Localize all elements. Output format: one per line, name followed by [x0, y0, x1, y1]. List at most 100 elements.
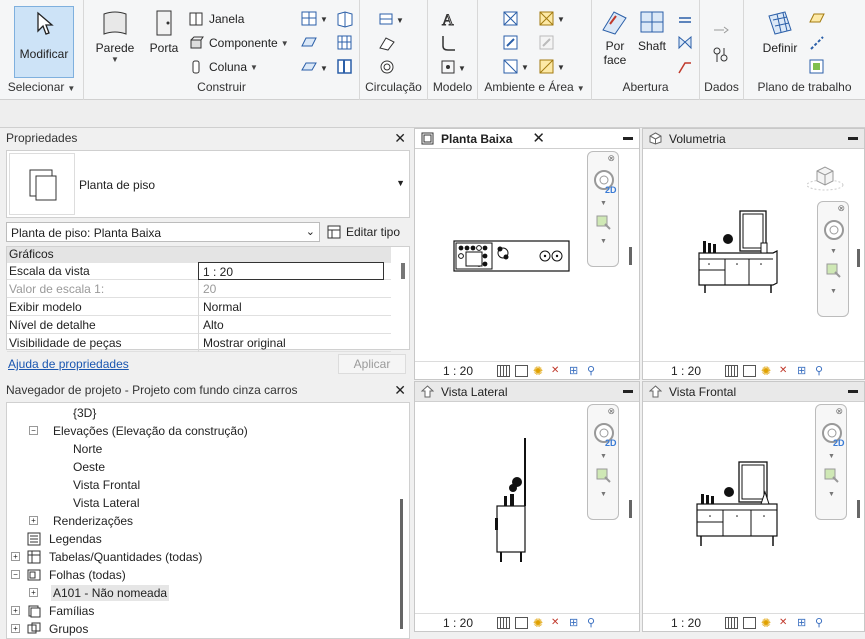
section-header[interactable]: Gráficos — [7, 247, 391, 263]
close-icon[interactable]: ⊗ — [607, 153, 615, 164]
hide-crop-icon[interactable]: ⚲ — [587, 365, 600, 377]
zoom-icon[interactable] — [823, 467, 841, 485]
tag-area-button[interactable]: ▼ — [538, 58, 572, 79]
help-link[interactable]: Ajuda de propriedades — [8, 357, 129, 371]
viewer-button[interactable] — [808, 58, 826, 79]
grid-button[interactable] — [336, 34, 354, 55]
shaft-button[interactable]: Shaft — [634, 8, 670, 53]
tab-vista-frontal[interactable]: Vista Frontal ▬ — [643, 382, 864, 402]
properties-scrollbar[interactable] — [401, 263, 405, 279]
shadows-icon[interactable]: ✕ — [779, 365, 792, 377]
tree-item[interactable]: Renderizações — [51, 513, 135, 529]
visual-style-icon[interactable] — [515, 617, 528, 629]
sun-path-icon[interactable]: ✺ — [761, 365, 774, 377]
chevron-down-icon[interactable]: ▬ — [623, 385, 633, 396]
property-value[interactable]: 1 : 20 — [198, 262, 384, 280]
detail-level-icon[interactable] — [725, 365, 738, 377]
tree-item[interactable]: Tabelas/Quantidades (todas) — [47, 549, 204, 565]
close-icon[interactable]: ✕ — [532, 129, 545, 147]
model-text-button[interactable]: A — [440, 10, 458, 31]
room-separator-button[interactable] — [502, 34, 520, 55]
porta-button[interactable]: Porta — [144, 8, 184, 55]
view-scale[interactable]: 1 : 20 — [671, 616, 701, 630]
navigator-scrollbar[interactable] — [400, 499, 403, 629]
close-icon[interactable]: ⊗ — [835, 406, 843, 417]
selecionar-dropdown[interactable]: Selecionar ▼ — [0, 80, 83, 98]
expand-icon[interactable]: + — [11, 552, 20, 561]
tab-volumetria[interactable]: Volumetria ▬ — [643, 129, 864, 149]
crop-view-icon[interactable]: ⊞ — [569, 365, 582, 377]
view-planta-baixa[interactable]: Planta Baixa ✕ ▬ ⊗ 2D ▼ ▼ 1 : 20 ✺ ✕ ⊞ ⚲ — [414, 128, 640, 380]
tree-item[interactable]: Legendas — [47, 531, 104, 547]
collapse-icon[interactable]: − — [29, 426, 38, 435]
expand-icon[interactable]: + — [11, 624, 20, 633]
hide-crop-icon[interactable]: ⚲ — [587, 617, 600, 629]
navigation-bar[interactable]: ⊗ 2D ▼ ▼ — [587, 151, 619, 267]
model-line-button[interactable] — [440, 34, 458, 55]
expand-icon[interactable]: + — [29, 516, 38, 525]
detail-level-icon[interactable] — [725, 617, 738, 629]
detail-level-icon[interactable] — [497, 365, 510, 377]
show-workplane-button[interactable] — [808, 10, 826, 31]
view-scale[interactable]: 1 : 20 — [671, 364, 701, 378]
ambiente-dropdown[interactable]: Ambiente e Área ▼ — [478, 80, 591, 98]
tree-item[interactable]: Grupos — [47, 621, 90, 637]
instance-selector[interactable]: Planta de piso: Planta Baixa ⌄ — [6, 222, 320, 242]
tree-item[interactable]: Vista Lateral — [71, 495, 142, 511]
close-icon[interactable]: ⊗ — [607, 406, 615, 417]
componente-button[interactable]: Componente ▼ — [188, 35, 289, 51]
zoom-icon[interactable] — [595, 467, 613, 485]
area-button[interactable]: ▼ — [538, 10, 572, 31]
crop-view-icon[interactable]: ⊞ — [797, 617, 810, 629]
level-button[interactable] — [712, 22, 730, 43]
tree-item[interactable]: Oeste — [71, 459, 107, 475]
dormer-button[interactable] — [676, 58, 694, 79]
zoom-icon[interactable] — [825, 262, 843, 280]
close-icon[interactable]: ✕ — [394, 130, 406, 147]
tree-item[interactable]: Vista Frontal — [71, 477, 142, 493]
tree-item[interactable]: Folhas (todas) — [47, 567, 128, 583]
tree-item[interactable]: Norte — [71, 441, 104, 457]
stair-button[interactable] — [378, 58, 396, 79]
modificar-button[interactable]: Modificar — [14, 6, 74, 78]
vertical-opening-button[interactable] — [676, 34, 694, 55]
navigation-bar[interactable]: ⊗ 2D ▼ ▼ — [587, 404, 619, 520]
shadows-icon[interactable]: ✕ — [779, 617, 792, 629]
property-value[interactable]: 20 — [198, 280, 384, 298]
room-button[interactable] — [502, 10, 520, 31]
tab-planta-baixa[interactable]: Planta Baixa ✕ ▬ — [415, 129, 639, 149]
view-scale[interactable]: 1 : 20 — [443, 616, 473, 630]
janela-button[interactable]: Janela — [188, 11, 244, 27]
ramp-button[interactable] — [378, 34, 396, 55]
crop-view-icon[interactable]: ⊞ — [797, 365, 810, 377]
view-volumetria[interactable]: Volumetria ▬ ⊗ ▼ ▼ 1 : 20 ✺ ✕ ⊞ ⚲ — [642, 128, 865, 380]
sun-path-icon[interactable]: ✺ — [761, 617, 774, 629]
tab-vista-lateral[interactable]: Vista Lateral ▬ — [415, 382, 639, 402]
hide-crop-icon[interactable]: ⚲ — [815, 617, 828, 629]
sun-path-icon[interactable]: ✺ — [533, 365, 546, 377]
close-icon[interactable]: ✕ — [394, 382, 406, 399]
edit-type-button[interactable]: Editar tipo — [326, 222, 400, 242]
chevron-down-icon[interactable]: ▬ — [848, 132, 858, 143]
tree-item[interactable]: {3D} — [71, 405, 98, 421]
roof-button[interactable]: ▼ — [300, 10, 340, 31]
type-selector[interactable]: Planta de piso ▼ — [6, 150, 410, 218]
railing-button[interactable]: ▼ — [378, 10, 412, 31]
shadows-icon[interactable]: ✕ — [551, 617, 564, 629]
floor-button[interactable]: ▼ — [300, 58, 340, 79]
apply-button[interactable]: Aplicar — [338, 354, 406, 374]
visual-style-icon[interactable] — [515, 365, 528, 377]
view-vista-frontal[interactable]: Vista Frontal ▬ ⊗ 2D ▼ ▼ 1 : 20 ✺ ✕ ⊞ ⚲ — [642, 381, 865, 632]
sun-path-icon[interactable]: ✺ — [533, 617, 546, 629]
chevron-down-icon[interactable]: ▬ — [623, 132, 633, 143]
view-scrollbar[interactable] — [629, 247, 632, 265]
collapse-icon[interactable]: − — [11, 570, 20, 579]
definir-button[interactable]: Definir — [760, 8, 800, 55]
zoom-icon[interactable] — [595, 214, 613, 232]
tag-room-button[interactable]: ▼ — [502, 58, 536, 79]
expand-icon[interactable]: + — [11, 606, 20, 615]
visual-style-icon[interactable] — [743, 617, 756, 629]
navigation-bar[interactable]: ⊗ ▼ ▼ — [817, 201, 849, 317]
shadows-icon[interactable]: ✕ — [551, 365, 564, 377]
view-scrollbar[interactable] — [857, 500, 860, 518]
